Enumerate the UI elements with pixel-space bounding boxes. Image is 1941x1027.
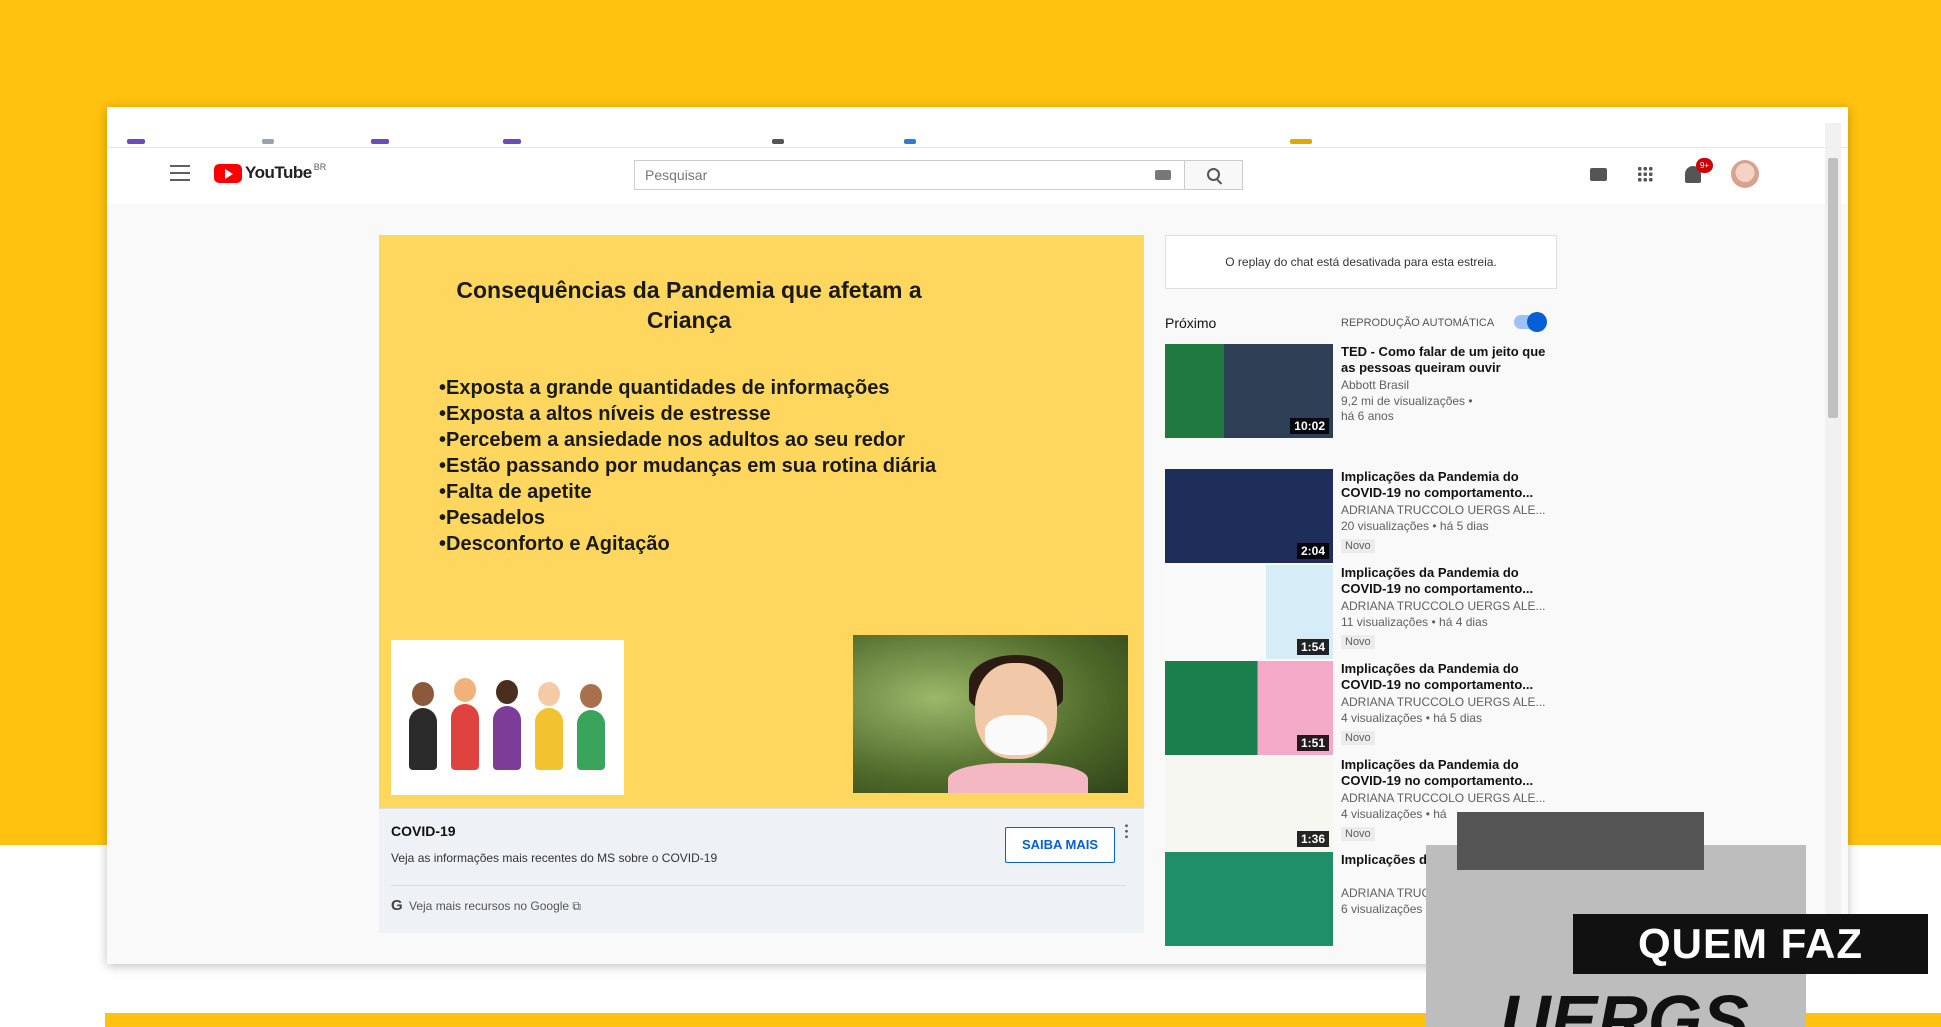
chat-replay-notice: O replay do chat está desativada para es… xyxy=(1165,235,1557,289)
video-channel[interactable]: ADRIANA TRUCCOLO UERGS ALE... xyxy=(1341,695,1546,710)
toggle-knob xyxy=(1527,312,1547,332)
recommended-video[interactable]: 1:51 Implicações da Pandemia do COVID-19… xyxy=(1165,661,1565,755)
logo-text: YouTube xyxy=(245,163,312,182)
slide-bullet: Exposta a grande quantidades de informaç… xyxy=(439,375,936,401)
google-icon: G xyxy=(391,897,403,914)
child-figure xyxy=(409,682,437,770)
video-title[interactable]: Implicações da Pandemia do COVID-19 no c… xyxy=(1341,565,1546,597)
children-with-masks-illustration xyxy=(391,640,624,795)
uergs-wordmark: UERGS xyxy=(1500,985,1749,1027)
avatar-icon[interactable] xyxy=(1731,160,1759,188)
bookmark-item[interactable] xyxy=(772,139,784,144)
redaction-block xyxy=(1457,812,1704,870)
page-scrollbar[interactable] xyxy=(1825,123,1841,964)
video-duration: 10:02 xyxy=(1290,418,1329,434)
covid-info-panel: COVID-19 Veja as informações mais recent… xyxy=(379,808,1144,933)
youtube-logo[interactable]: YouTube BR xyxy=(214,162,326,184)
video-channel[interactable]: ADRIANA TRUCCOLO UERGS ALE... xyxy=(1341,791,1546,806)
video-thumbnail[interactable]: 2:04 xyxy=(1165,469,1333,563)
video-age: há 6 anos xyxy=(1341,409,1394,423)
autoplay-label: REPRODUÇÃO AUTOMÁTICA xyxy=(1341,317,1495,329)
video-thumbnail[interactable]: 1:54 xyxy=(1165,565,1333,659)
video-thumbnail[interactable]: 1:51 xyxy=(1165,661,1333,755)
up-next-label: Próximo xyxy=(1165,315,1217,331)
info-title: COVID-19 xyxy=(391,823,456,839)
new-badge: Novo xyxy=(1341,635,1375,649)
video-meta: 4 visualizações • há 5 dias xyxy=(1341,711,1482,725)
bookmark-item[interactable] xyxy=(503,139,521,144)
bookmark-item[interactable] xyxy=(904,139,916,144)
apps-icon[interactable] xyxy=(1637,166,1653,182)
search-placeholder: Pesquisar xyxy=(645,167,708,183)
search-icon xyxy=(1207,168,1220,181)
child-figure xyxy=(535,682,563,770)
bookmark-item[interactable] xyxy=(1290,139,1312,144)
child-figure xyxy=(577,684,605,770)
video-channel[interactable]: ADRIANA TRUCCOLO UERGS ALE... xyxy=(1341,503,1546,518)
youtube-header: YouTube BR Pesquisar 9+ xyxy=(107,148,1848,204)
video-meta: 11 visualizações • há 4 dias xyxy=(1341,615,1488,629)
new-badge: Novo xyxy=(1341,827,1375,841)
video-player[interactable]: Consequências da Pandemia que afetam a C… xyxy=(379,235,1144,808)
slide-title: Consequências da Pandemia que afetam a C… xyxy=(456,277,922,333)
saiba-mais-button[interactable]: SAIBA MAIS xyxy=(1005,827,1115,863)
more-vert-icon[interactable] xyxy=(1125,823,1128,839)
bookmarks-bar xyxy=(107,107,1848,148)
video-title[interactable]: Implicações da Pandemia do COVID-19 no c… xyxy=(1341,661,1546,693)
slide-bullet: Pesadelos xyxy=(439,505,936,531)
search-button[interactable] xyxy=(1185,160,1243,190)
quem-faz-label: QUEM FAZ xyxy=(1573,914,1928,974)
video-duration: 1:51 xyxy=(1296,735,1329,751)
divider xyxy=(391,885,1126,886)
google-resources-link[interactable]: Veja mais recursos no Google ⧉ xyxy=(409,899,581,914)
slide-bullet: Falta de apetite xyxy=(439,479,936,505)
video-duration: 1:36 xyxy=(1296,831,1329,847)
bookmark-item[interactable] xyxy=(262,139,274,144)
video-thumbnail[interactable] xyxy=(1165,852,1333,946)
search-input[interactable]: Pesquisar xyxy=(634,160,1185,190)
new-badge: Novo xyxy=(1341,539,1375,553)
video-title[interactable]: TED - Como falar de um jeito que as pess… xyxy=(1341,344,1546,376)
slide-bullet: Percebem a ansiedade nos adultos ao seu … xyxy=(439,427,936,453)
youtube-logo-icon xyxy=(214,163,242,183)
girl-with-mask-photo xyxy=(853,635,1128,793)
child-figure xyxy=(493,680,521,770)
recommended-video[interactable]: 1:54 Implicações da Pandemia do COVID-19… xyxy=(1165,565,1565,659)
autoplay-toggle[interactable] xyxy=(1514,312,1547,332)
video-thumbnail[interactable]: 10:02 xyxy=(1165,344,1333,438)
keyboard-icon[interactable] xyxy=(1155,170,1171,180)
slide-bullet: Desconforto e Agitação xyxy=(439,531,936,557)
new-badge: Novo xyxy=(1341,731,1375,745)
video-views: 9,2 mi de visualizações • xyxy=(1341,394,1473,408)
video-channel[interactable]: Abbott Brasil xyxy=(1341,378,1546,393)
logo-region: BR xyxy=(313,162,327,172)
slide-bullets: Exposta a grande quantidades de informaç… xyxy=(439,375,936,557)
recommended-video[interactable]: 2:04 Implicações da Pandemia do COVID-19… xyxy=(1165,469,1565,563)
video-meta: 20 visualizações • há 5 dias xyxy=(1341,519,1489,533)
video-title[interactable]: Implicações da Pandemia do COVID-19 no c… xyxy=(1341,469,1546,501)
video-thumbnail[interactable]: 1:36 xyxy=(1165,757,1333,851)
info-subtitle: Veja as informações mais recentes do MS … xyxy=(391,851,718,865)
create-video-icon[interactable] xyxy=(1590,168,1607,181)
bookmark-item[interactable] xyxy=(371,139,389,144)
child-figure xyxy=(451,678,479,770)
scrollbar-thumb[interactable] xyxy=(1828,158,1838,418)
bookmark-item[interactable] xyxy=(127,139,145,144)
video-title[interactable]: Implicações da Pandemia do COVID-19 no c… xyxy=(1341,757,1546,789)
slide-bullet: Exposta a altos níveis de estresse xyxy=(439,401,936,427)
recommended-video[interactable]: 10:02 TED - Como falar de um jeito que a… xyxy=(1165,344,1565,440)
notification-badge: 9+ xyxy=(1696,158,1713,173)
video-duration: 2:04 xyxy=(1296,543,1329,559)
video-meta: 9,2 mi de visualizações • há 6 anos xyxy=(1341,394,1546,424)
video-channel[interactable]: ADRIANA TRUCCOLO UERGS ALE... xyxy=(1341,599,1546,614)
slide-bullet: Estão passando por mudanças em sua rotin… xyxy=(439,453,936,479)
menu-icon[interactable] xyxy=(170,165,190,181)
video-duration: 1:54 xyxy=(1296,639,1329,655)
